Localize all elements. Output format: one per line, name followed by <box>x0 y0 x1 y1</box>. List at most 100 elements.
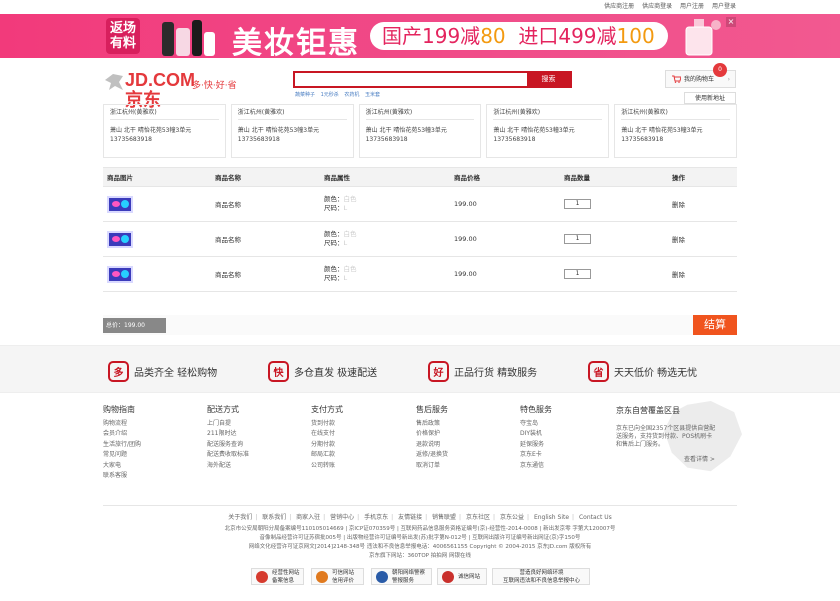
footer-link[interactable]: 生活旅行/团购 <box>103 440 141 450</box>
address-card[interactable]: 浙江杭州(黄雅欢) 萧山 北干 晴怡花苑53幢3单元 13735683918 <box>358 104 482 158</box>
footer-link[interactable]: 211限时达 <box>207 429 249 439</box>
footer-column: 特色服务 夺宝岛 DIY装机 延保服务 京东E卡 京东通信 <box>520 405 552 471</box>
footer-link[interactable]: 夺宝岛 <box>520 419 552 429</box>
cert-badge[interactable]: 经营性网站 备案信息 <box>251 568 304 585</box>
column-header: 商品数量 <box>560 167 668 187</box>
delete-button[interactable]: 删除 <box>668 186 737 222</box>
footer-link[interactable]: 售后政策 <box>416 419 448 429</box>
footer-link[interactable]: 退款说明 <box>416 440 448 450</box>
footer-link[interactable]: 上门自提 <box>207 419 249 429</box>
cert-badge[interactable]: 诚信网站 <box>437 568 487 585</box>
hotword-link[interactable]: 农药机 <box>344 92 359 98</box>
footer-bottom-link[interactable]: 手机京东 <box>364 514 388 521</box>
my-cart-button[interactable]: 我的购物车 0 › <box>665 63 736 88</box>
product-name[interactable]: 商品名称 <box>211 256 320 292</box>
offer-a-prefix: 国产199减 <box>382 24 481 48</box>
footer-link[interactable]: 延保服务 <box>520 440 552 450</box>
footer-column: 配送方式 上门自提 211限时达 配送服务查询 配送费收取标准 海外配送 <box>207 405 249 471</box>
address-card[interactable]: 浙江杭州(黄雅欢) 萧山 北干 晴怡花苑53幢3单元 13735683918 <box>614 104 737 158</box>
footer-bottom-link[interactable]: 联系我们 <box>262 514 286 521</box>
footer-link[interactable]: 配送费收取标准 <box>207 450 249 460</box>
address-card[interactable]: 浙江杭州(黄雅欢) 萧山 北干 晴怡花苑53幢3单元 13735683918 <box>103 104 226 158</box>
size-value: L <box>343 204 348 212</box>
product-name[interactable]: 商品名称 <box>211 221 320 257</box>
product-thumbnail[interactable] <box>107 195 133 213</box>
column-header: 操作 <box>668 167 737 187</box>
size-label: 尺码： <box>324 204 344 212</box>
address-card[interactable]: 浙江杭州(黄雅欢) 萧山 北干 晴怡花苑53幢3单元 13735683918 <box>230 104 354 158</box>
footer-bottom-link[interactable]: Contact Us <box>579 514 612 521</box>
footer-bottom-link[interactable]: 京东社区 <box>466 514 490 521</box>
supplier-login-link[interactable]: 供应商登录 <box>642 3 672 10</box>
banner-offer-pill: 国产199减80 进口499减100 <box>370 22 668 50</box>
footer-link[interactable]: 联系客服 <box>103 471 141 481</box>
promise-badge-icon: 省 <box>588 360 609 382</box>
address-card[interactable]: 浙江杭州(黄雅欢) 萧山 北干 晴怡花苑53幢3单元 13735683918 <box>486 104 610 158</box>
delete-button[interactable]: 删除 <box>668 221 737 257</box>
column-header: 商品价格 <box>450 167 560 187</box>
cert-line1: 诚信网站 <box>458 574 481 580</box>
checkout-button[interactable]: 结算 <box>693 315 737 335</box>
quantity-input[interactable]: 1 <box>564 234 591 244</box>
footer-link[interactable]: 购物流程 <box>103 419 141 429</box>
footer-bottom-link[interactable]: 销售联盟 <box>432 514 456 521</box>
footer-column-title: 支付方式 <box>311 405 343 414</box>
footer-bottom-link[interactable]: 商家入驻 <box>296 514 320 521</box>
banner-close-icon[interactable]: × <box>726 17 736 27</box>
search-button[interactable]: 搜索 <box>527 73 570 86</box>
footer-link[interactable]: 公司转账 <box>311 461 343 471</box>
cert-badge[interactable]: 朝阳网络警察 警报服务 <box>371 568 432 585</box>
product-name[interactable]: 商品名称 <box>211 186 320 222</box>
footer-bottom-link[interactable]: 京东公益 <box>500 514 524 521</box>
footer-bottom-link[interactable]: 关于我们 <box>228 514 252 521</box>
search-hotwords: 蔬菜种子 1元秒杀 农药机 玉米套 <box>295 91 384 98</box>
cert-badge[interactable]: 营造良好网络环境 互联网违法和不良信息举报中心 <box>492 568 590 585</box>
color-value: 白色 <box>343 265 357 273</box>
cert-badge[interactable]: 可信网站 信用评价 <box>311 568 364 585</box>
footer-link[interactable]: 会员介绍 <box>103 429 141 439</box>
coverage-details-link[interactable]: 查看详情 > <box>684 454 715 463</box>
delete-button[interactable]: 删除 <box>668 256 737 292</box>
footer-column: 售后服务 售后政策 价格保护 退款说明 返修/退换货 取消订单 <box>416 405 448 471</box>
footer-bottom-link[interactable]: 友情链接 <box>398 514 422 521</box>
product-thumbnail[interactable] <box>107 265 133 283</box>
promo-banner[interactable]: 返场 有料 美妆钜惠 国产199减80 进口499减100 × <box>0 14 840 58</box>
footer-bottom-link[interactable]: English Site <box>534 514 569 521</box>
footer-link[interactable]: 取消订单 <box>416 461 448 471</box>
footer-link[interactable]: 配送服务查询 <box>207 440 249 450</box>
quantity-input[interactable]: 1 <box>564 199 591 209</box>
product-attributes: 颜色：白色 尺码：L <box>320 186 450 222</box>
footer-link[interactable]: 邮局汇款 <box>311 450 343 460</box>
footer-link[interactable]: 海外配送 <box>207 461 249 471</box>
address-name: 浙江杭州(黄雅欢) <box>110 108 219 120</box>
search-input[interactable] <box>295 73 527 86</box>
footer-link[interactable]: 在线支付 <box>311 429 343 439</box>
hotword-link[interactable]: 1元秒杀 <box>321 92 339 98</box>
table-row: 商品名称 颜色：白色 尺码：L 199.00 1 删除 <box>103 186 737 222</box>
size-label: 尺码： <box>324 239 344 247</box>
footer-link[interactable]: 京东通信 <box>520 461 552 471</box>
address-phone: 13735683918 <box>237 136 280 143</box>
address-phone: 13735683918 <box>365 136 408 143</box>
hotword-link[interactable]: 玉米套 <box>365 92 380 98</box>
banner-headline: 美妆钜惠 <box>232 26 360 58</box>
footer-link[interactable]: 返修/退换货 <box>416 450 448 460</box>
footer-link[interactable]: DIY装机 <box>520 429 552 439</box>
footer-link[interactable]: 货到付款 <box>311 419 343 429</box>
footer-bottom-link[interactable]: 营销中心 <box>330 514 354 521</box>
footer-link[interactable]: 大家电 <box>103 461 141 471</box>
user-login-link[interactable]: 用户登录 <box>712 3 736 10</box>
footer-link[interactable]: 价格保护 <box>416 429 448 439</box>
user-register-link[interactable]: 用户注册 <box>680 3 704 10</box>
product-thumbnail[interactable] <box>107 230 133 248</box>
column-header: 商品图片 <box>103 167 211 187</box>
quantity-input[interactable]: 1 <box>564 269 591 279</box>
supplier-register-link[interactable]: 供应商注册 <box>604 3 634 10</box>
footer-link[interactable]: 京东E卡 <box>520 450 552 460</box>
footer-link[interactable]: 常见问题 <box>103 450 141 460</box>
footer-link[interactable]: 分期付款 <box>311 440 343 450</box>
hotword-link[interactable]: 蔬菜种子 <box>295 92 315 98</box>
footer-column: 支付方式 货到付款 在线支付 分期付款 邮局汇款 公司转账 <box>311 405 343 471</box>
use-new-address-button[interactable]: 使用新地址 <box>684 92 736 104</box>
cart-table: 商品图片 商品名称 商品属性 商品价格 商品数量 操作 商品名称 颜色：白色 尺码… <box>103 167 737 292</box>
